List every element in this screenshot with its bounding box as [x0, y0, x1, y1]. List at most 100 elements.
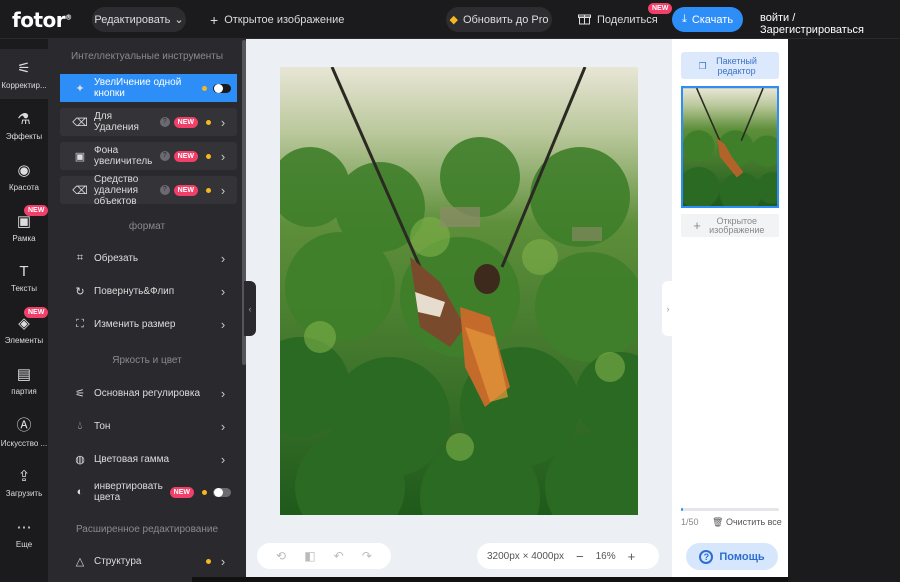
section-format: формат [128, 221, 166, 232]
help-icon[interactable]: ? [159, 185, 170, 195]
new-badge: NEW [169, 486, 194, 498]
nav-item-label: Еще [15, 539, 33, 549]
chevron-right-icon: › [220, 182, 226, 198]
nav-item-label: Эффекты [5, 131, 43, 141]
tool-invert[interactable]: ◐ инвертировать цвета NEW [60, 478, 237, 506]
tool-structure[interactable]: △ Структура › [60, 547, 237, 575]
tool-bg-remover[interactable]: ⌫ Для Удаления ? NEW › [60, 108, 237, 136]
download-button[interactable]: ⤓ Скачать [672, 7, 743, 32]
palette-icon: ◍ [75, 453, 85, 466]
nav-item-5[interactable]: ◈ Элементы NEW [0, 304, 49, 354]
chevron-right-icon: › [220, 283, 226, 299]
tool-color[interactable]: ◍ Цветовая гамма › [60, 445, 237, 473]
login-link[interactable]: войти / Зарегистрироваться [760, 12, 900, 36]
enhance-toggle[interactable] [213, 83, 231, 93]
rotate-icon: ↻ [75, 285, 85, 298]
nav-item-1[interactable]: ⚗ Эффекты [0, 100, 48, 150]
zoom-in-button[interactable]: + [628, 549, 636, 564]
zoom-toolbar: 3200px × 4000px − 16% + [477, 543, 659, 569]
share-new-badge: NEW [648, 3, 673, 14]
tool-upscaler[interactable]: ▣ Фона увеличитель ? NEW › [60, 142, 237, 170]
pro-dot [202, 85, 207, 91]
chevron-down-icon: ⌄ [174, 14, 184, 26]
upscale-icon: ▣ [74, 150, 86, 163]
new-badge: NEW [173, 184, 198, 196]
upload-progress [681, 508, 779, 511]
image-thumbnail[interactable] [681, 86, 779, 208]
outer-background [788, 39, 900, 582]
pro-dot [206, 187, 211, 193]
pro-dot [206, 558, 211, 564]
sliders-icon: ⚟ [75, 387, 85, 400]
clear-all-label: Очистить все [725, 517, 782, 527]
edit-dropdown-label: Редактировать [94, 13, 171, 26]
reset-icon[interactable]: ⟲ [276, 549, 286, 563]
clear-all-button[interactable]: 🗑︎ Очистить все [712, 517, 782, 528]
nav-item-4[interactable]: T Тексты [0, 253, 48, 303]
zoom-level[interactable]: 16% [596, 551, 616, 562]
nav-item-label: партия [11, 386, 37, 396]
crop-icon: ⌗ [76, 251, 84, 264]
tool-label: Обрезать [94, 252, 139, 264]
chevron-right-icon: › [220, 148, 226, 164]
nav-item-label: Тексты [11, 284, 37, 293]
chevron-right-icon: › [220, 114, 226, 130]
magic-wand-icon: ✦ [75, 82, 85, 95]
tool-rotate-flip[interactable]: ↻ Повернуть&Флип › [60, 277, 237, 305]
zoom-out-button[interactable]: − [576, 549, 584, 564]
help-icon[interactable]: ? [159, 151, 170, 161]
add-image-button[interactable]: + Открытое изображение [681, 214, 779, 237]
upgrade-pro-button[interactable]: ◆ Обновить до Pro [446, 7, 552, 32]
text-icon: T [19, 263, 29, 280]
nav-item-6[interactable]: ▤ партия [0, 355, 48, 405]
nav-item-label: Красота [9, 182, 39, 192]
tool-basic-adjust[interactable]: ⚟ Основная регулировка › [60, 379, 237, 407]
nav-item-3[interactable]: ▣ Рамка NEW [0, 202, 49, 252]
new-badge: NEW [24, 205, 49, 216]
nav-item-7[interactable]: Ⓐ Искусство ... [0, 406, 48, 456]
undo-icon[interactable]: ↶ [334, 549, 344, 563]
nav-item-label: Загрузить [5, 488, 43, 498]
tool-one-click-enhance[interactable]: ✦ УвелИчение одной кнопки [60, 74, 237, 102]
eraser-icon: ⌫ [72, 184, 88, 197]
tool-tone[interactable]: 💧︎ Тон › [60, 412, 237, 440]
invert-toggle[interactable] [213, 487, 231, 497]
tool-label: Для Удаления [94, 111, 139, 133]
fotor-logo[interactable]: fotor® [12, 8, 72, 32]
nav-item-9[interactable]: ⋯ Еще [0, 508, 48, 558]
nav-item-8[interactable]: ⇪ Загрузить [0, 457, 48, 507]
batch-icon: ▤ [16, 365, 32, 383]
help-button[interactable]: ? Помощь [686, 543, 778, 570]
drop-icon: 💧︎ [77, 419, 83, 432]
nav-item-label: Искусство ... [0, 439, 48, 448]
nav-item-0[interactable]: ⚟ Корректир... [0, 49, 48, 99]
gift-icon [578, 12, 591, 28]
image-dimensions: 3200px × 4000px [487, 550, 565, 562]
eye-icon: ◉ [17, 161, 31, 179]
progress-fill [681, 508, 683, 511]
upgrade-label: Обновить до Pro [462, 13, 549, 26]
trash-icon: 🗑︎ [712, 517, 724, 527]
redo-icon[interactable]: ↷ [362, 549, 372, 563]
pro-dot [202, 489, 207, 495]
share-label: Поделиться [597, 13, 658, 26]
sliders-icon: ⚟ [17, 59, 31, 77]
new-badge: NEW [173, 150, 198, 162]
tool-label: УвелИчение одной кнопки [94, 77, 182, 99]
share-button[interactable]: Поделиться NEW [578, 3, 673, 32]
question-icon: ? [699, 549, 714, 564]
tool-object-remover[interactable]: ⌫ Средство удаления объектов ? NEW › [60, 174, 237, 207]
chevron-right-icon: › [220, 553, 226, 569]
tool-resize[interactable]: ⛶ Изменить размер › [60, 310, 237, 338]
tool-crop[interactable]: ⌗ Обрезать › [60, 244, 237, 272]
compare-icon[interactable]: ◧ [304, 549, 315, 563]
edit-dropdown[interactable]: Редактировать ⌄ [92, 7, 186, 32]
section-advanced: Расширенное редактирование [75, 524, 219, 535]
nav-item-2[interactable]: ◉ Красота [0, 151, 48, 201]
add-image-label: Открытое изображение [709, 215, 765, 235]
batch-editor-button[interactable]: ❐ Пакетный редактор [681, 52, 779, 79]
help-icon[interactable]: ? [159, 117, 170, 127]
collapse-left-panel[interactable]: ‹ [244, 281, 256, 336]
jungle-swing-photo[interactable] [280, 67, 638, 515]
open-image-button[interactable]: + Открытое изображение [210, 7, 344, 32]
